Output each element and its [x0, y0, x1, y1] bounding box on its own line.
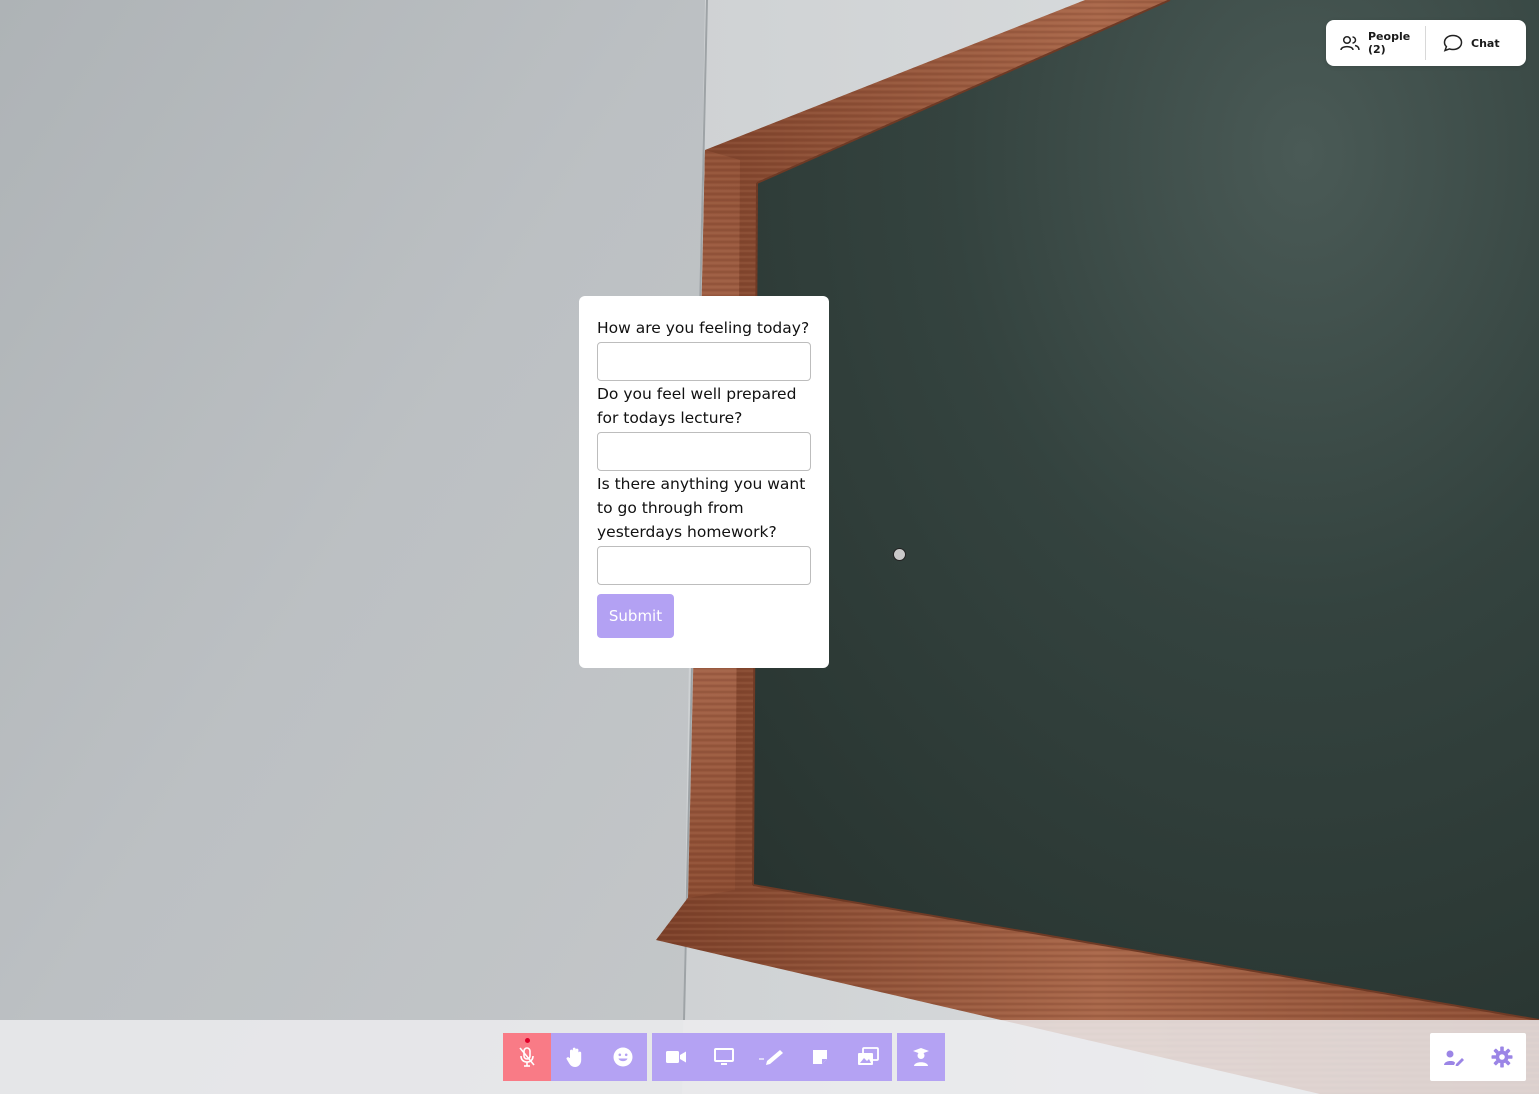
answer-input-feeling[interactable] [597, 342, 811, 381]
question-label-feeling: How are you feeling today? [597, 319, 810, 337]
microphone-muted-icon [519, 1047, 535, 1067]
raise-hand-button[interactable] [551, 1033, 599, 1081]
people-label: People (2) [1368, 30, 1411, 56]
emoji-reaction-button[interactable] [599, 1033, 647, 1081]
question-label-prepared: Do you feel well prepared for todays lec… [597, 385, 797, 427]
answer-input-prepared[interactable] [597, 432, 811, 471]
user-edit-icon [1444, 1050, 1464, 1066]
recording-indicator [525, 1038, 530, 1043]
video-camera-icon [666, 1051, 686, 1063]
people-icon [1340, 35, 1360, 51]
question-label-homework: Is there anything you want to go through… [597, 475, 806, 541]
teacher-mode-button[interactable] [897, 1033, 945, 1081]
settings-gear-icon [1491, 1046, 1513, 1068]
image-gallery-button[interactable] [844, 1033, 892, 1081]
chat-label: Chat [1471, 36, 1500, 50]
toolbar-group-teacher [897, 1033, 945, 1081]
raise-hand-icon [566, 1047, 582, 1067]
draw-button[interactable] [748, 1033, 796, 1081]
teacher-icon [913, 1048, 929, 1066]
answer-input-homework[interactable] [597, 546, 811, 585]
survey-form: How are you feeling today? Do you feel w… [579, 296, 829, 668]
pen-draw-icon [759, 1050, 783, 1065]
toolbar-group-settings [1430, 1033, 1526, 1081]
people-button[interactable]: People (2) [1326, 20, 1425, 66]
chat-button[interactable]: Chat [1426, 20, 1500, 66]
edit-profile-button[interactable] [1430, 1033, 1478, 1081]
screen-share-button[interactable] [700, 1033, 748, 1081]
toolbar-group-audio [503, 1033, 647, 1081]
toolbar-group-media [652, 1033, 892, 1081]
submit-button[interactable]: Submit [597, 594, 674, 638]
sticky-note-icon [813, 1050, 827, 1064]
image-gallery-icon [858, 1047, 879, 1065]
microphone-toggle-button[interactable] [503, 1033, 551, 1081]
sticky-note-button[interactable] [796, 1033, 844, 1081]
emoji-icon [613, 1047, 633, 1067]
pointer-cursor [893, 548, 906, 561]
camera-button[interactable] [652, 1033, 700, 1081]
screen-share-icon [714, 1048, 734, 1065]
settings-button[interactable] [1478, 1033, 1526, 1081]
chat-icon [1443, 34, 1463, 52]
top-panel: People (2) Chat [1326, 20, 1526, 66]
